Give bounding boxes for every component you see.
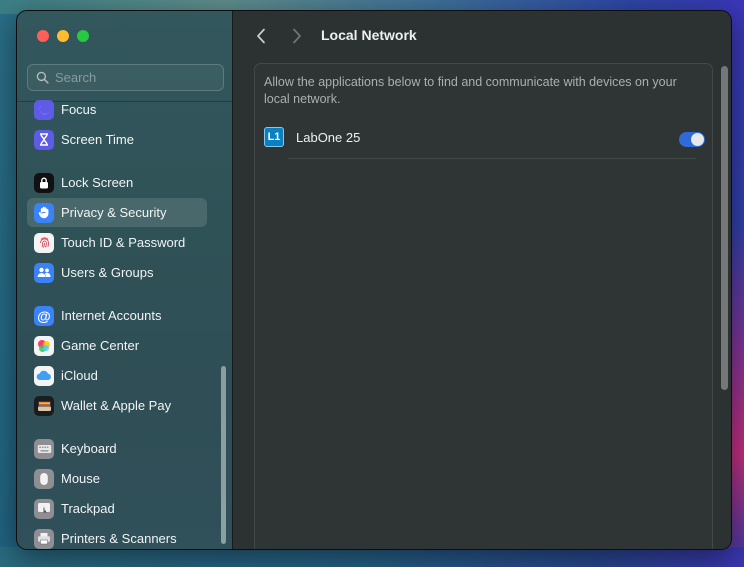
sidebar-item-label: iCloud [61, 368, 98, 383]
sidebar-item-screen-time[interactable]: Screen Time [27, 125, 207, 154]
sidebar-scrollbar[interactable] [221, 366, 226, 544]
mouse-icon [34, 468, 54, 489]
sidebar-item-focus[interactable]: Focus [27, 95, 207, 124]
fingerprint-icon [34, 232, 54, 253]
panel-description: Allow the applications below to find and… [264, 75, 677, 106]
sidebar-item-label: Keyboard [61, 441, 117, 456]
sidebar-item-label: Focus [61, 102, 97, 117]
sidebar-item-label: Wallet & Apple Pay [61, 398, 172, 413]
sidebar-item-game-center[interactable]: Game Center [27, 331, 207, 360]
sidebar-item-label: Trackpad [61, 501, 115, 516]
hand-icon [34, 202, 54, 223]
moon-icon [34, 99, 54, 120]
app-access-toggle[interactable] [679, 132, 705, 147]
system-settings-window: Focus Screen Time Lock Screen [16, 10, 732, 550]
sidebar-item-mouse[interactable]: Mouse [27, 464, 207, 493]
labone-app-icon: L1 [264, 127, 284, 147]
toolbar: Local Network [233, 11, 731, 63]
search-icon [36, 71, 49, 84]
sidebar-item-label: Users & Groups [61, 265, 154, 280]
printer-icon [34, 528, 54, 549]
sidebar-item-icloud[interactable]: iCloud [27, 361, 207, 390]
sidebar-item-privacy-security[interactable]: Privacy & Security [27, 198, 207, 227]
cloud-icon [34, 365, 54, 386]
sidebar-item-keyboard[interactable]: Keyboard [27, 434, 207, 463]
sidebar-item-label: Lock Screen [61, 175, 134, 190]
sidebar-item-label: Mouse [61, 471, 101, 486]
forward-button[interactable] [289, 26, 305, 46]
sidebar-item-label: Printers & Scanners [61, 531, 177, 546]
toggle-knob [691, 133, 704, 146]
sidebar-item-wallet[interactable]: Wallet & Apple Pay [27, 391, 207, 420]
sidebar-item-internet-accounts[interactable]: @ Internet Accounts [27, 301, 207, 330]
close-window-button[interactable] [37, 30, 49, 42]
chevron-left-icon [257, 28, 265, 44]
minimize-window-button[interactable] [57, 30, 69, 42]
row-divider [288, 158, 696, 159]
users-icon [34, 262, 54, 283]
sidebar-item-label: Internet Accounts [61, 308, 162, 323]
sidebar-item-label: Touch ID & Password [61, 235, 186, 250]
sidebar-item-label: Privacy & Security [61, 205, 167, 220]
sidebar: Focus Screen Time Lock Screen [17, 11, 233, 549]
app-name: LabOne 25 [296, 130, 361, 145]
at-icon: @ [34, 305, 54, 326]
search-field[interactable] [27, 64, 224, 91]
app-row: L1 LabOne 25 [264, 122, 705, 158]
game-center-icon [34, 335, 54, 356]
page-title: Local Network [321, 27, 417, 43]
desktop-wallpaper-bottom [0, 547, 744, 567]
main-content: Local Network Allow the applications bel… [233, 11, 731, 549]
zoom-window-button[interactable] [77, 30, 89, 42]
local-network-panel: Allow the applications below to find and… [254, 63, 713, 549]
main-scrollbar[interactable] [721, 66, 728, 390]
sidebar-item-users-groups[interactable]: Users & Groups [27, 258, 207, 287]
keyboard-icon [34, 438, 54, 459]
back-button[interactable] [253, 26, 269, 46]
trackpad-icon [34, 498, 54, 519]
sidebar-item-label: Screen Time [61, 132, 134, 147]
sidebar-item-trackpad[interactable]: Trackpad [27, 494, 207, 523]
sidebar-item-lock-screen[interactable]: Lock Screen [27, 168, 207, 197]
wallet-icon [34, 395, 54, 416]
search-input[interactable] [55, 70, 215, 85]
hourglass-icon [34, 129, 54, 150]
window-controls [37, 30, 89, 42]
sidebar-item-printers-scanners[interactable]: Printers & Scanners [27, 524, 207, 549]
lock-icon [34, 172, 54, 193]
sidebar-item-label: Game Center [61, 338, 140, 353]
sidebar-item-touch-id[interactable]: Touch ID & Password [27, 228, 207, 257]
chevron-right-icon [293, 28, 301, 44]
